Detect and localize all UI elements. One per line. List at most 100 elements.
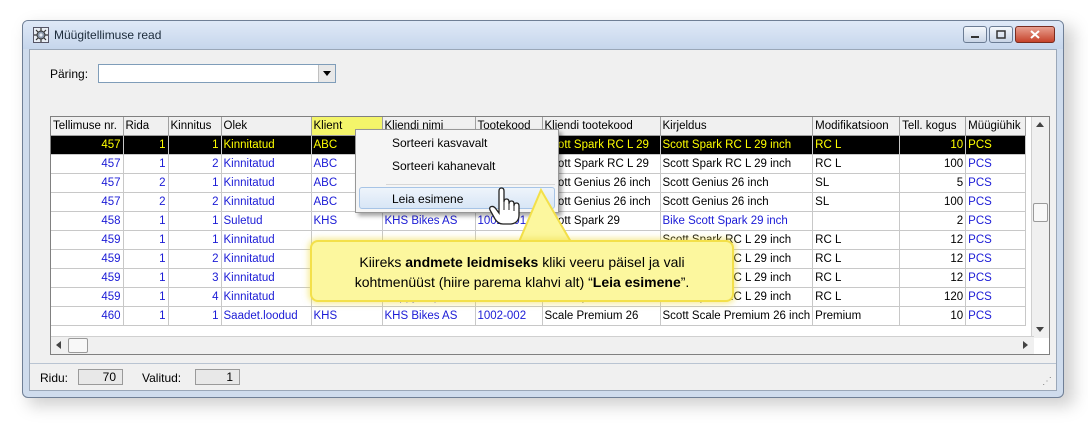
column-header-client-product-code[interactable]: Kliendi tootekood	[542, 117, 661, 136]
table-cell[interactable]: 12	[899, 230, 967, 250]
table-cell[interactable]: 10	[899, 135, 967, 155]
table-cell[interactable]: RC L	[812, 287, 901, 307]
table-cell[interactable]: 1	[168, 135, 222, 155]
table-cell[interactable]: Kinnitatud	[221, 249, 312, 269]
table-cell[interactable]: RC L	[812, 268, 901, 288]
table-cell[interactable]: 4	[168, 287, 222, 307]
vertical-scrollbar[interactable]	[1031, 117, 1049, 338]
table-row[interactable]: 460 1 1 Saadet.loodud KHS KHS Bikes AS 1002-00…	[51, 306, 1027, 326]
table-cell[interactable]: Scott Genius 26 inch	[660, 173, 814, 193]
table-cell[interactable]: 2	[168, 192, 222, 212]
query-dropdown-button[interactable]	[318, 65, 335, 82]
table-cell[interactable]: PCS	[965, 230, 1027, 250]
table-cell[interactable]: Scale Premium 26	[542, 306, 661, 326]
table-cell[interactable]: Bike Scott Spark 29 inch	[660, 211, 814, 231]
table-cell[interactable]: Scott Scale Premium 26 inch	[660, 306, 814, 326]
menu-item-find-first[interactable]: Leia esimene	[392, 192, 463, 206]
column-header-order-nr[interactable]: Tellimuse nr.	[51, 117, 124, 136]
table-cell[interactable]: 2	[168, 154, 222, 174]
table-cell[interactable]: SL	[812, 192, 901, 212]
scroll-down-icon[interactable]	[1036, 327, 1044, 332]
table-cell[interactable]: Scott Spark RC L 29	[542, 154, 661, 174]
table-cell[interactable]: 458	[51, 211, 124, 231]
table-cell[interactable]: PCS	[965, 211, 1027, 231]
table-cell[interactable]: RC L	[812, 230, 901, 250]
table-cell[interactable]: 457	[51, 154, 124, 174]
table-cell[interactable]: PCS	[965, 173, 1027, 193]
table-cell[interactable]: RC L	[812, 154, 901, 174]
column-header-confirmation[interactable]: Kinnitus	[168, 117, 222, 136]
column-header-description[interactable]: Kirjeldus	[660, 117, 814, 136]
table-cell[interactable]: 1	[123, 249, 169, 269]
table-cell[interactable]: PCS	[965, 249, 1027, 269]
table-cell[interactable]: 1	[168, 173, 222, 193]
table-cell[interactable]: KHS Bikes AS	[382, 306, 476, 326]
table-cell[interactable]: 2	[123, 192, 169, 212]
table-cell[interactable]: Saadet.loodud	[221, 306, 312, 326]
table-cell[interactable]: 2	[168, 249, 222, 269]
table-cell[interactable]: 10	[899, 306, 967, 326]
table-cell[interactable]: PCS	[965, 287, 1027, 307]
table-cell[interactable]: 120	[899, 287, 967, 307]
table-cell[interactable]: PCS	[965, 268, 1027, 288]
table-cell[interactable]: 5	[899, 173, 967, 193]
table-cell[interactable]: PCS	[965, 135, 1027, 155]
table-cell[interactable]: SL	[812, 173, 901, 193]
table-cell[interactable]: 1	[123, 135, 169, 155]
scroll-up-icon[interactable]	[1036, 122, 1044, 127]
table-cell[interactable]: Kinnitatud	[221, 230, 312, 250]
column-header-sales-unit[interactable]: Müügiühik	[965, 117, 1027, 136]
table-cell[interactable]: PCS	[965, 154, 1027, 174]
table-cell[interactable]: 1	[168, 306, 222, 326]
table-cell[interactable]: 1	[168, 230, 222, 250]
table-cell[interactable]: Premium	[812, 306, 901, 326]
table-cell[interactable]: Kinnitatud	[221, 173, 312, 193]
table-cell[interactable]: 2	[899, 211, 967, 231]
table-cell[interactable]: 3	[168, 268, 222, 288]
table-cell[interactable]: 1	[123, 287, 169, 307]
table-cell[interactable]: 1	[123, 154, 169, 174]
table-cell[interactable]: KHS	[311, 211, 383, 231]
table-cell[interactable]: 459	[51, 287, 124, 307]
maximize-button[interactable]	[989, 26, 1013, 43]
table-cell[interactable]: 1	[123, 211, 169, 231]
table-cell[interactable]: KHS	[311, 306, 383, 326]
table-cell[interactable]: 457	[51, 192, 124, 212]
table-cell[interactable]: Scott Spark RC L 29	[542, 135, 661, 155]
column-header-line[interactable]: Rida	[123, 117, 169, 136]
table-cell[interactable]: 12	[899, 268, 967, 288]
table-cell[interactable]: 460	[51, 306, 124, 326]
horizontal-scroll-thumb[interactable]	[68, 338, 88, 353]
table-cell[interactable]: 1	[123, 306, 169, 326]
resize-grip-icon[interactable]: ⋰	[1042, 376, 1052, 387]
scroll-right-icon[interactable]	[1023, 341, 1028, 349]
table-cell[interactable]: Kinnitatud	[221, 192, 312, 212]
table-cell[interactable]: 457	[51, 135, 124, 155]
table-cell[interactable]: 1	[168, 211, 222, 231]
table-cell[interactable]: 459	[51, 268, 124, 288]
menu-item-sort-ascending[interactable]: Sorteeri kasvavalt	[392, 136, 487, 150]
table-cell[interactable]: 1	[123, 230, 169, 250]
column-header-order-qty[interactable]: Tell. kogus	[899, 117, 967, 136]
table-cell[interactable]: 459	[51, 230, 124, 250]
column-header-status[interactable]: Olek	[221, 117, 312, 136]
table-cell[interactable]: 1	[123, 268, 169, 288]
table-cell[interactable]: 459	[51, 249, 124, 269]
scroll-left-icon[interactable]	[56, 341, 61, 349]
column-header-modification[interactable]: Modifikatsioon	[812, 117, 901, 136]
table-cell[interactable]: Kinnitatud	[221, 154, 312, 174]
minimize-button[interactable]	[963, 26, 987, 43]
table-cell[interactable]: KHS Bikes AS	[382, 211, 476, 231]
table-cell[interactable]: Scott Spark RC L 29 inch	[660, 154, 814, 174]
table-cell[interactable]: PCS	[965, 192, 1027, 212]
table-cell[interactable]	[812, 211, 901, 231]
table-cell[interactable]: Kinnitatud	[221, 287, 312, 307]
close-button[interactable]	[1015, 26, 1055, 43]
table-cell[interactable]: 2	[123, 173, 169, 193]
table-cell[interactable]: 1002-002	[475, 306, 543, 326]
horizontal-scrollbar[interactable]	[51, 336, 1034, 354]
table-cell[interactable]: Kinnitatud	[221, 268, 312, 288]
table-cell[interactable]: Kinnitatud	[221, 135, 312, 155]
table-cell[interactable]: 12	[899, 249, 967, 269]
table-cell[interactable]: Suletud	[221, 211, 312, 231]
